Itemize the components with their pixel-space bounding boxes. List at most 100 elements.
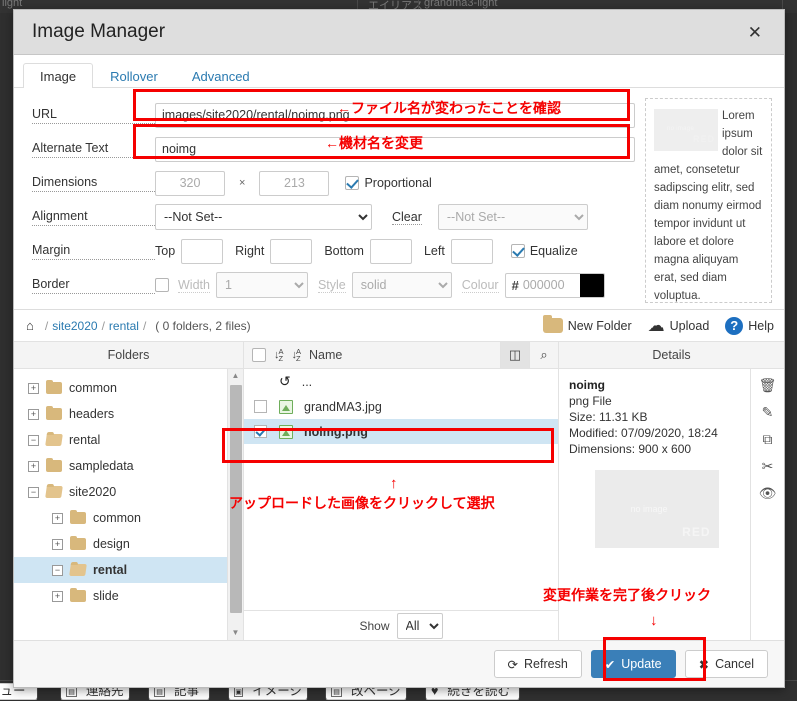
margin-top-input[interactable] bbox=[181, 238, 224, 264]
cancel-button[interactable]: ✖ Cancel bbox=[684, 650, 768, 678]
border-style-select[interactable]: solid bbox=[351, 272, 452, 298]
border-width-select[interactable]: 1 bbox=[215, 272, 308, 298]
sort-az-ascending-icon[interactable]: ↓ A Z bbox=[274, 348, 284, 363]
update-button[interactable]: ✔ Update bbox=[590, 650, 676, 678]
proportional-checkbox-group[interactable]: Proportional bbox=[345, 176, 432, 190]
folder-icon bbox=[46, 380, 62, 394]
refresh-icon: ⟳ bbox=[507, 657, 519, 672]
tree-node-label: common bbox=[69, 381, 117, 395]
scroll-down-icon[interactable]: ▼ bbox=[232, 626, 240, 640]
alternate-text-input[interactable] bbox=[155, 136, 635, 162]
show-filter-select[interactable]: All bbox=[396, 612, 443, 639]
breadcrumb-item-rental[interactable]: rental bbox=[109, 319, 139, 333]
copy-icon[interactable]: ⧉ bbox=[763, 432, 773, 446]
name-column-header[interactable]: Name bbox=[309, 348, 342, 362]
equalize-checkbox[interactable] bbox=[510, 244, 525, 258]
tree-node-site2020-rental[interactable]: − rental bbox=[14, 557, 227, 583]
upload-button[interactable]: ☁ Upload bbox=[648, 317, 710, 334]
folder-open-icon bbox=[45, 434, 63, 446]
tree-node-site2020-common[interactable]: + common bbox=[14, 505, 227, 531]
edit-icon[interactable]: ✎ bbox=[762, 405, 774, 419]
upload-cloud-icon: ☁ bbox=[647, 316, 665, 335]
folders-pane-header: Folders bbox=[14, 342, 243, 369]
border-colour-field[interactable]: # 000000 bbox=[504, 272, 605, 298]
preview-noimage-label: no image bbox=[667, 126, 695, 132]
list-item-grandma3[interactable]: grandMA3.jpg bbox=[244, 394, 558, 419]
help-button[interactable]: ? Help bbox=[725, 316, 774, 335]
margin-right-input[interactable] bbox=[270, 238, 313, 264]
select-all-checkbox[interactable] bbox=[252, 348, 266, 362]
search-icon[interactable]: ⌕ bbox=[529, 342, 558, 368]
folder-tree: + common + headers − rental + sampledata… bbox=[14, 369, 227, 640]
height-input[interactable] bbox=[259, 170, 330, 196]
tree-node-label: rental bbox=[93, 563, 128, 577]
colour-swatch[interactable] bbox=[579, 273, 604, 297]
tree-node-site2020[interactable]: − site2020 bbox=[14, 479, 227, 505]
tree-node-headers[interactable]: + headers bbox=[14, 401, 227, 427]
expand-toggle-icon[interactable]: + bbox=[52, 590, 63, 602]
folder-tree-scrollbar[interactable]: ▲ ▼ bbox=[227, 369, 243, 640]
expand-toggle-icon[interactable]: + bbox=[28, 408, 39, 420]
file-checkbox[interactable] bbox=[254, 400, 267, 413]
width-input[interactable] bbox=[155, 170, 225, 196]
go-up-icon[interactable]: ↺ bbox=[279, 373, 291, 390]
details-toolbar: 🗑 ✎ ⧉ ✂ 👁 bbox=[750, 369, 784, 640]
scroll-up-icon[interactable]: ▲ bbox=[232, 369, 240, 383]
expand-toggle-icon[interactable]: + bbox=[52, 512, 63, 524]
url-input[interactable] bbox=[155, 102, 635, 128]
expand-toggle-icon[interactable]: + bbox=[28, 382, 39, 394]
tree-node-label: site2020 bbox=[69, 485, 117, 499]
bg-top-text-2: grandma3-light bbox=[424, 0, 498, 9]
tab-bar: Image Rollover Advanced bbox=[14, 55, 784, 88]
scroll-thumb[interactable] bbox=[230, 385, 242, 613]
close-icon[interactable]: ✕ bbox=[742, 22, 768, 43]
list-item-parent-directory[interactable]: ↺ ... bbox=[244, 369, 558, 394]
x-icon: ✖ bbox=[698, 657, 710, 672]
trash-icon[interactable]: 🗑 bbox=[759, 378, 777, 392]
margin-left-input[interactable] bbox=[450, 238, 493, 264]
list-item-noimg[interactable]: noimg.png bbox=[244, 419, 558, 444]
check-icon: ✔ bbox=[604, 657, 616, 672]
file-checkbox[interactable] bbox=[254, 425, 267, 438]
details-file-size: Size: 11.31 KB bbox=[569, 410, 648, 424]
image-manager-dialog: Image Manager ✕ Image Rollover Advanced … bbox=[13, 9, 785, 688]
sort-az-descending-icon[interactable]: ↓ A Z bbox=[292, 348, 302, 363]
collapse-toggle-icon[interactable]: − bbox=[52, 564, 63, 576]
border-enable-checkbox[interactable] bbox=[155, 278, 169, 292]
details-thumbnail: no image RED bbox=[594, 470, 719, 548]
tab-advanced[interactable]: Advanced bbox=[175, 63, 267, 88]
preview-eye-icon[interactable]: 👁 bbox=[759, 486, 777, 500]
tree-node-rental[interactable]: − rental bbox=[14, 427, 227, 453]
proportional-checkbox[interactable] bbox=[345, 176, 360, 190]
collapse-toggle-icon[interactable]: − bbox=[28, 434, 39, 446]
equalize-checkbox-group[interactable]: Equalize bbox=[510, 244, 578, 258]
home-icon[interactable]: ⌂ bbox=[26, 318, 34, 333]
tab-rollover[interactable]: Rollover bbox=[93, 63, 175, 88]
margin-bottom-input[interactable] bbox=[369, 238, 412, 264]
new-folder-button[interactable]: New Folder bbox=[542, 315, 632, 333]
border-colour-value: 000000 bbox=[522, 278, 565, 292]
article-icon: ▤ bbox=[154, 686, 165, 697]
tab-image[interactable]: Image bbox=[23, 63, 94, 88]
dimensions-separator: × bbox=[239, 177, 246, 189]
details-file-dimensions: Dimensions: 900 x 600 bbox=[569, 442, 692, 456]
cut-scissors-icon[interactable]: ✂ bbox=[762, 459, 774, 473]
alignment-select[interactable]: --Not Set-- bbox=[155, 204, 372, 230]
tree-node-label: headers bbox=[69, 407, 115, 421]
expand-toggle-icon[interactable]: + bbox=[28, 460, 39, 472]
collapse-toggle-icon[interactable]: − bbox=[28, 486, 39, 498]
clear-select[interactable]: --Not Set-- bbox=[437, 204, 588, 230]
tree-node-common[interactable]: + common bbox=[14, 375, 227, 401]
page-title: Image Manager bbox=[32, 21, 166, 42]
tree-node-site2020-design[interactable]: + design bbox=[14, 531, 227, 557]
split-view-icon[interactable]: ◫ bbox=[500, 342, 529, 368]
expand-toggle-icon[interactable]: + bbox=[52, 538, 63, 550]
preview-placeholder-image: no image RED bbox=[654, 109, 718, 151]
refresh-button[interactable]: ⟳ Refresh bbox=[493, 650, 582, 678]
tree-node-sampledata[interactable]: + sampledata bbox=[14, 453, 227, 479]
dimensions-label: Dimensions bbox=[32, 175, 155, 192]
tree-node-label: sampledata bbox=[69, 459, 134, 473]
details-file-name: noimg bbox=[569, 378, 605, 392]
breadcrumb-item-site2020[interactable]: site2020 bbox=[52, 319, 97, 333]
tree-node-site2020-slide[interactable]: + slide bbox=[14, 583, 227, 609]
